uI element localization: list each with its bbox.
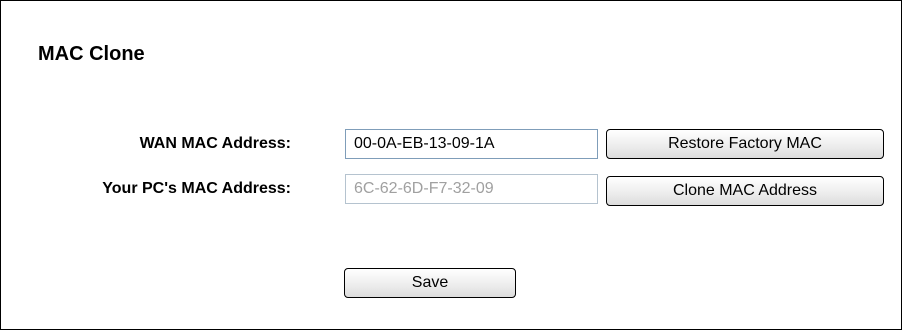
restore-factory-mac-button[interactable]: Restore Factory MAC [606,129,884,159]
save-button[interactable]: Save [344,268,516,298]
wan-mac-address-label: WAN MAC Address: [139,135,291,152]
wan-mac-address-input[interactable] [345,129,598,159]
mac-clone-panel: MAC Clone WAN MAC Address: Restore Facto… [0,0,902,330]
pc-mac-address-label: Your PC's MAC Address: [102,180,291,197]
pc-mac-address-field [345,174,598,204]
clone-mac-address-button[interactable]: Clone MAC Address [606,176,884,206]
page-title: MAC Clone [38,43,145,65]
